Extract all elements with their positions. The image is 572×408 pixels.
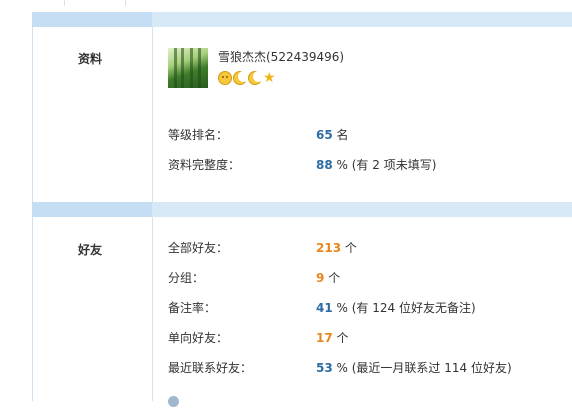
band-left [32,202,152,217]
friend-stat-value: 17 [316,331,333,345]
friend-stat-value: 53 [316,361,333,375]
bottom-hint [168,394,183,408]
moon-icon [248,71,264,85]
section-band-profile [32,12,572,27]
completeness-value: 88 [316,158,333,172]
level-badges: ★ [218,71,277,87]
friend-stat-value: 213 [316,241,342,255]
completeness-label: 资料完整度： [168,158,241,172]
friend-stat-label: 备注率： [168,301,217,315]
friend-stat-label: 分组： [168,271,205,285]
friend-stat-label: 最近联系好友： [168,361,253,375]
sun-icon [218,71,232,85]
friend-stat-label: 全部好友： [168,241,229,255]
friend-stat-suffix: % (有 124 位好友无备注) [336,301,476,315]
qq-profile-panel: 资料 雪狼杰杰(522439496) ★ 等级排名： 65 名 资料完整度： 8… [0,0,572,407]
friend-stat-suffix: % (最近一月联系过 114 位好友) [336,361,512,375]
friend-stat-suffix: 个 [344,241,357,255]
top-tab-strip [0,0,572,12]
rank-unit: 名 [336,128,349,142]
info-icon [168,396,179,407]
friend-stat-value: 41 [316,301,333,315]
friend-stat-suffix: 个 [336,331,349,345]
section-label-profile: 资料 [78,52,103,66]
completeness-suffix: % (有 2 项未填写) [336,158,437,172]
rank-label: 等级排名： [168,128,229,142]
friend-stat-suffix: 个 [328,271,341,285]
active-tab-edge[interactable] [64,0,126,6]
section-label-friends: 好友 [78,243,103,257]
band-left [32,12,152,27]
rank-value: 65 [316,128,333,142]
section-band-friends [32,202,572,217]
column-divider [152,217,153,401]
friend-stat-label: 单向好友： [168,331,229,345]
username[interactable]: 雪狼杰杰(522439496) [218,48,344,65]
moon-icon [233,71,249,85]
friend-stat-value: 9 [316,271,325,285]
avatar[interactable] [168,48,208,88]
column-divider [152,27,153,202]
star-icon: ★ [263,70,276,86]
